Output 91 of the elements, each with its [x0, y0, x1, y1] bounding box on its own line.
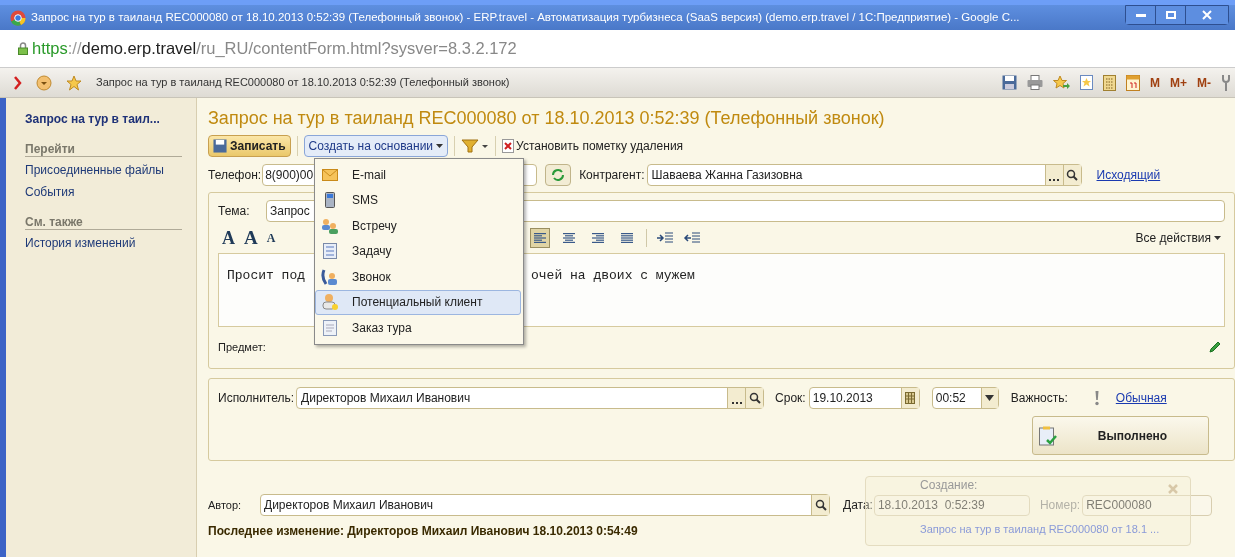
importance-label: Важность: — [1010, 390, 1068, 407]
bookmark-star-icon[interactable] — [1080, 75, 1093, 90]
checklist-icon — [323, 243, 337, 260]
executor-field[interactable]: Директоров Михаил Иванович — [296, 387, 765, 409]
body-text: очей на двоих с мужем — [531, 267, 695, 285]
creation-date-field[interactable]: 18.10.2013 0:52:39 — [873, 494, 1030, 516]
sidebar-link[interactable]: События — [25, 183, 182, 201]
star-arrow-icon[interactable] — [1053, 75, 1070, 90]
author-field[interactable]: Директоров Михаил Иванович — [260, 494, 830, 516]
time-field[interactable]: 00:52 — [931, 387, 999, 409]
all-actions-button[interactable]: Все действия — [1135, 229, 1221, 247]
done-button[interactable]: Выполнено — [1032, 416, 1209, 455]
wrench-icon[interactable] — [1221, 73, 1231, 92]
refresh-icon — [551, 168, 566, 182]
counterparty-field[interactable]: Шаваева Жанна Газизовна — [646, 164, 1082, 186]
memory-button[interactable]: M- — [1197, 73, 1211, 92]
refresh-button[interactable] — [545, 164, 572, 186]
phone-label: Телефон: — [208, 167, 262, 184]
sidebar-link[interactable]: Присоединенные файлы — [25, 161, 182, 179]
memory-button[interactable]: M — [1150, 73, 1160, 92]
document-icon — [323, 319, 337, 336]
people-icon — [321, 217, 339, 234]
create-based-on-button[interactable]: Создать на основании — [303, 135, 449, 157]
lock-icon — [18, 42, 28, 55]
search-icon[interactable] — [814, 499, 827, 511]
person-icon — [321, 293, 339, 312]
printer-icon[interactable] — [1027, 75, 1043, 90]
menu-item[interactable]: Потенциальный клиент — [315, 289, 521, 315]
dropdown-circle-icon[interactable] — [36, 74, 52, 91]
exclamation-icon — [1093, 390, 1100, 406]
caret-icon — [1214, 236, 1221, 240]
choose-button[interactable] — [1044, 165, 1063, 185]
subject-label: Тема: — [218, 203, 251, 220]
choose-button[interactable] — [727, 388, 746, 408]
sidebar-link[interactable]: История изменений — [25, 234, 182, 252]
mark-deletion-button[interactable]: Установить пометку удаления — [502, 137, 684, 155]
menu-item[interactable]: Звонок — [315, 264, 521, 290]
minimize-button[interactable] — [1126, 6, 1156, 24]
notification-title: Создание: — [920, 479, 978, 492]
memory-button[interactable]: M+ — [1170, 73, 1187, 92]
window-title: Запрос на тур в таиланд REC000080 от 18.10.2013 0:52:39 (Телефонный звонок) - ERP.travel - Автоматизация турбизнеса (SaaS версия) (demo.erp.travel / 1С:Предприятие) - Google C... — [31, 9, 1021, 25]
sidebar-heading: Перейти — [25, 142, 182, 157]
close-icon — [1202, 10, 1212, 20]
align-icon — [620, 232, 635, 244]
font-size-button[interactable]: A — [244, 223, 258, 253]
align-icon — [591, 232, 606, 244]
browser-logo-icon — [10, 9, 26, 26]
item-label: Предмет: — [218, 339, 267, 355]
importance-link[interactable]: Обычная — [1115, 389, 1167, 407]
maximize-button[interactable] — [1156, 6, 1186, 24]
direction-link[interactable]: Исходящий — [1096, 166, 1161, 184]
counterparty-label: Контрагент: — [579, 167, 645, 184]
star-icon[interactable] — [66, 74, 82, 91]
caret-icon — [436, 144, 444, 148]
call-icon — [321, 267, 339, 286]
search-icon[interactable] — [745, 388, 764, 408]
sidebar-title[interactable]: Запрос на тур в таил... — [25, 110, 182, 128]
indent-icon[interactable] — [656, 231, 675, 245]
sidebar-heading: См. также — [25, 215, 182, 230]
phone-icon — [325, 192, 335, 209]
calendar-icon[interactable] — [1126, 74, 1140, 91]
font-size-button[interactable]: A — [222, 224, 235, 252]
font-size-button[interactable]: A — [266, 229, 276, 247]
menu-item[interactable]: E-mail — [315, 162, 521, 188]
date-field[interactable]: 19.10.2013 — [808, 387, 920, 409]
save-icon[interactable] — [1002, 75, 1017, 90]
align-button[interactable] — [530, 228, 551, 248]
author-label: Автор: — [208, 497, 243, 513]
deadline-label: Срок: — [775, 390, 806, 407]
outdent-icon[interactable] — [683, 231, 702, 245]
align-icon — [562, 232, 577, 244]
funnel-dropdown-icon[interactable] — [461, 138, 490, 154]
delete-mark-icon — [502, 139, 515, 153]
align-icon — [533, 232, 548, 244]
executor-label: Исполнитель: — [218, 390, 295, 407]
page-tab-title: Запрос на тур в таиланд REC000080 от 18.10.2013 0:52:39 (Телефонный звонок) — [96, 75, 511, 91]
form-title: Запрос на тур в таиланд REC000080 от 18.10.2013 0:52:39 (Телефонный звонок) — [208, 107, 886, 130]
envelope-icon — [322, 168, 338, 181]
body-text: Просит под — [227, 267, 305, 285]
last-change-text: Последнее изменение: Директоров Михаил Иванович 18.10.2013 0:54:49 — [208, 523, 638, 540]
save-button[interactable]: Записать — [208, 135, 291, 157]
calendar-icon[interactable] — [905, 392, 916, 404]
pencil-icon[interactable] — [1208, 340, 1222, 354]
number-label: Номер: — [1039, 497, 1081, 514]
calculator-icon[interactable] — [1103, 74, 1116, 91]
chevron-icon[interactable] — [14, 75, 22, 90]
caret-icon[interactable] — [985, 395, 995, 401]
save-icon — [213, 139, 227, 153]
clipboard-check-icon — [1039, 425, 1057, 446]
number-field[interactable]: REC000080 — [1082, 494, 1213, 516]
date-label: Дата: — [843, 497, 873, 514]
